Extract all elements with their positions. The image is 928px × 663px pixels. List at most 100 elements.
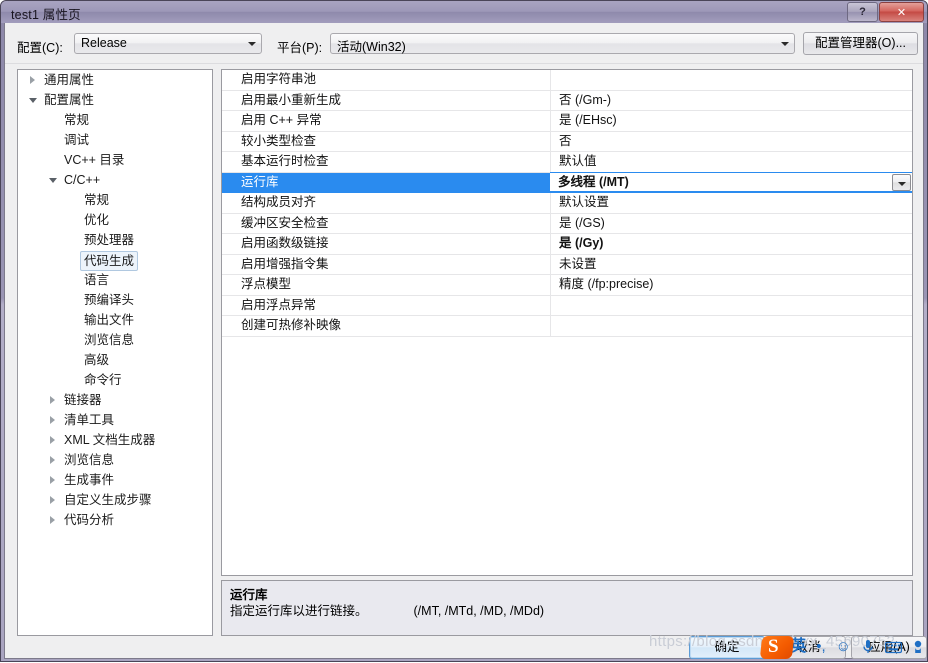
platform-value: 活动(Win32) <box>337 40 406 54</box>
tree-item-label: 代码生成 <box>80 251 139 271</box>
tree-collapse-arrow-icon[interactable] <box>46 490 62 510</box>
tree-collapse-arrow-icon[interactable] <box>46 390 62 410</box>
tree-collapse-arrow-icon[interactable] <box>46 410 62 430</box>
dialog-client-area: 配置(C): Release 平台(P): 活动(Win32) 配置管理器(O)… <box>4 23 927 659</box>
ime-toolbar[interactable]: S 英 •, ☺ <box>759 631 928 663</box>
tree-item-label: 通用属性 <box>44 73 95 87</box>
description-title: 运行库 <box>230 588 268 602</box>
property-row[interactable]: 启用增强指令集 未设置 <box>222 254 912 275</box>
property-row[interactable]: 结构成员对齐 默认设置 <box>222 193 912 214</box>
tree-item-20[interactable]: 生成事件 <box>18 470 212 490</box>
ime-tools-icon[interactable] <box>912 640 924 654</box>
tree-item-17[interactable]: 清单工具 <box>18 410 212 430</box>
property-name: 较小类型检查 <box>241 133 317 148</box>
property-row[interactable]: 基本运行时检查 默认值 <box>222 152 912 173</box>
property-row[interactable]: 缓冲区安全检查 是 (/GS) <box>222 213 912 234</box>
tree-item-label: 生成事件 <box>64 473 115 487</box>
tree-collapse-arrow-icon[interactable] <box>46 470 62 490</box>
tree-collapse-arrow-icon[interactable] <box>46 510 62 530</box>
property-value[interactable]: 默认值 <box>550 152 912 172</box>
close-icon: ✕ <box>896 6 907 19</box>
tree-item-12[interactable]: 输出文件 <box>18 310 212 330</box>
property-name: 启用字符串池 <box>241 72 317 86</box>
property-value[interactable]: 多线程 (/MT) <box>550 171 912 192</box>
property-row[interactable]: 浮点模型 精度 (/fp:precise) <box>222 275 912 296</box>
tree-collapse-arrow-icon[interactable] <box>46 430 62 450</box>
tree-item-10[interactable]: 语言 <box>18 270 212 290</box>
property-row[interactable]: 运行库 多线程 (/MT) <box>222 171 912 193</box>
help-button[interactable]: ? <box>847 2 878 22</box>
property-value[interactable] <box>550 70 912 90</box>
tree-item-11[interactable]: 预编译头 <box>18 290 212 310</box>
tree-item-21[interactable]: 自定义生成步骤 <box>18 490 212 510</box>
properties-tree[interactable]: 通用属性 配置属性 常规 调试 VC++ 目录 C/C++ 常规 优化 预处理器 代码生成 语言 预编… <box>17 69 213 636</box>
property-row[interactable]: 启用 C++ 异常 是 (/EHsc) <box>222 111 912 132</box>
ime-emoji-icon[interactable]: ☺ <box>836 638 851 656</box>
property-value[interactable] <box>550 295 912 315</box>
tree-item-16[interactable]: 链接器 <box>18 390 212 410</box>
tree-item-label: 预处理器 <box>84 233 135 247</box>
property-name: 启用 C++ 异常 <box>241 113 322 127</box>
tree-item-label: 常规 <box>64 113 90 127</box>
ime-voice-icon[interactable] <box>861 639 875 655</box>
property-grid[interactable]: 启用字符串池启用最小重新生成 否 (/Gm-) 启用 C++ 异常 是 (/EHsc)… <box>221 69 913 576</box>
property-row[interactable]: 较小类型检查 否 <box>222 131 912 152</box>
tree-item-15[interactable]: 命令行 <box>18 370 212 390</box>
property-value[interactable]: 否 (/Gm-) <box>550 90 912 110</box>
ime-punctuation-icon[interactable]: •, <box>816 638 825 656</box>
property-value[interactable]: 默认设置 <box>550 193 912 213</box>
tree-item-5[interactable]: C/C++ <box>18 170 212 190</box>
tree-item-2[interactable]: 常规 <box>18 110 212 130</box>
tree-item-label: 输出文件 <box>84 313 135 327</box>
configuration-value: Release <box>81 36 127 50</box>
tree-item-22[interactable]: 代码分析 <box>18 510 212 530</box>
property-row[interactable]: 启用浮点异常 <box>222 295 912 316</box>
tree-collapse-arrow-icon[interactable] <box>46 450 62 470</box>
description-text: 指定运行库以进行链接。 <box>230 604 368 618</box>
question-mark-icon: ? <box>859 6 866 18</box>
tree-item-18[interactable]: XML 文档生成器 <box>18 430 212 450</box>
tree-item-4[interactable]: VC++ 目录 <box>18 150 212 170</box>
tree-item-6[interactable]: 常规 <box>18 190 212 210</box>
property-row[interactable]: 启用最小重新生成 否 (/Gm-) <box>222 90 912 111</box>
tree-item-19[interactable]: 浏览信息 <box>18 450 212 470</box>
platform-combobox[interactable]: 活动(Win32) <box>330 33 795 54</box>
property-row[interactable]: 创建可热修补映像 <box>222 316 912 337</box>
property-row[interactable]: 启用函数级链接 是 (/Gy) <box>222 234 912 255</box>
property-value[interactable]: 是 (/GS) <box>550 213 912 233</box>
tree-item-8[interactable]: 预处理器 <box>18 230 212 250</box>
property-dropdown-button[interactable] <box>892 173 911 191</box>
tree-expand-arrow-icon[interactable] <box>46 170 62 190</box>
property-value[interactable] <box>550 316 912 336</box>
tree-item-label: 高级 <box>84 353 110 367</box>
tree-item-3[interactable]: 调试 <box>18 130 212 150</box>
configuration-manager-button[interactable]: 配置管理器(O)... <box>803 32 918 55</box>
configuration-combobox[interactable]: Release <box>74 33 262 54</box>
tree-item-label: VC++ 目录 <box>64 153 125 167</box>
property-pages-dialog: test1 属性页 ? ✕ 配置(C): Release 平台(P): 活动(W… <box>0 0 928 662</box>
ime-keyboard-icon[interactable] <box>885 641 902 654</box>
chevron-down-icon <box>248 42 256 46</box>
property-row[interactable]: 启用字符串池 <box>222 70 912 91</box>
caption-buttons: ? ✕ <box>846 2 924 22</box>
sogou-logo-icon[interactable]: S <box>759 633 795 661</box>
tree-item-label: 浏览信息 <box>84 333 135 347</box>
tree-item-label: 语言 <box>84 273 110 287</box>
tree-item-9[interactable]: 代码生成 <box>18 250 212 271</box>
tree-item-1[interactable]: 配置属性 <box>18 90 212 110</box>
tree-item-13[interactable]: 浏览信息 <box>18 330 212 350</box>
platform-label: 平台(P): <box>277 41 323 55</box>
title-bar[interactable]: test1 属性页 ? ✕ <box>1 1 927 23</box>
property-value[interactable]: 否 <box>550 131 912 151</box>
tree-item-7[interactable]: 优化 <box>18 210 212 230</box>
property-value[interactable]: 是 (/EHsc) <box>550 111 912 131</box>
property-name: 浮点模型 <box>241 277 292 291</box>
tree-collapse-arrow-icon[interactable] <box>26 70 42 90</box>
property-value[interactable]: 是 (/Gy) <box>550 234 912 254</box>
tree-item-14[interactable]: 高级 <box>18 350 212 370</box>
property-value[interactable]: 未设置 <box>550 254 912 274</box>
tree-expand-arrow-icon[interactable] <box>26 90 42 110</box>
property-value[interactable]: 精度 (/fp:precise) <box>550 275 912 295</box>
close-button[interactable]: ✕ <box>879 2 924 22</box>
tree-item-0[interactable]: 通用属性 <box>18 70 212 90</box>
